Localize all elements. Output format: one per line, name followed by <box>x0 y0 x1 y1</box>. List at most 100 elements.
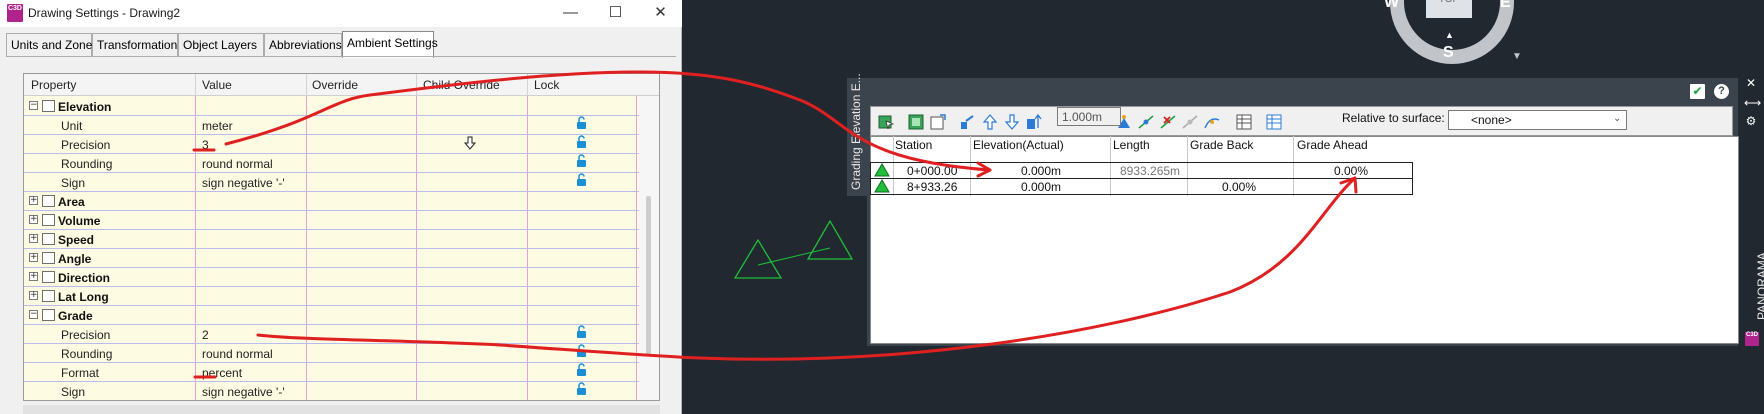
folder-icon <box>42 309 55 321</box>
unlock-icon[interactable] <box>576 363 587 377</box>
unlock-icon[interactable] <box>576 382 587 396</box>
expand-toggle[interactable]: + <box>29 196 38 205</box>
expand-toggle[interactable]: + <box>29 253 38 262</box>
col-separator[interactable] <box>527 74 528 96</box>
cell-grade-ahead[interactable]: 0.00% <box>1334 164 1368 178</box>
select-feature-icon[interactable] <box>878 114 894 130</box>
group-elevation[interactable]: Elevation <box>58 100 111 114</box>
group-area[interactable]: Area <box>58 195 85 209</box>
prop-value[interactable]: sign negative '-' <box>202 385 285 399</box>
lower-icon[interactable] <box>1004 114 1020 130</box>
group-direction[interactable]: Direction <box>58 271 110 285</box>
insert-elevation-point-icon[interactable] <box>1138 114 1154 130</box>
panorama-label[interactable]: PANORAMA <box>1755 252 1764 320</box>
group-speed[interactable]: Speed <box>58 233 94 247</box>
cell-elevation[interactable]: 0.000m <box>1021 180 1061 194</box>
col-separator[interactable] <box>306 74 307 96</box>
viewcube-menu-icon[interactable]: ▼ <box>1512 51 1522 62</box>
folder-icon <box>42 290 55 302</box>
expand-toggle[interactable]: + <box>29 234 38 243</box>
prop-name: Sign <box>61 385 86 399</box>
col-property[interactable]: Property <box>31 78 76 92</box>
expand-toggle[interactable]: + <box>29 215 38 224</box>
raise-incrementally-icon[interactable] <box>1026 114 1042 130</box>
expand-toggle[interactable]: + <box>29 291 38 300</box>
prop-value[interactable]: 3 <box>202 138 209 152</box>
maximize-button[interactable]: ☐ <box>593 0 638 27</box>
col-elevation-actual[interactable]: Elevation(Actual) <box>973 138 1064 152</box>
viewcube-top-face[interactable]: TOP <box>1426 0 1472 18</box>
col-override[interactable]: Override <box>312 78 358 92</box>
unlock-icon[interactable] <box>576 154 587 168</box>
prop-value[interactable]: 2 <box>202 328 209 342</box>
delete-elevation-point-icon[interactable] <box>1160 114 1176 130</box>
prop-value[interactable]: round normal <box>202 347 273 361</box>
prop-name: Rounding <box>61 347 113 361</box>
col-lock[interactable]: Lock <box>534 78 559 92</box>
tab-abbreviations[interactable]: Abbreviations <box>264 33 342 57</box>
tab-ambient-settings[interactable]: Ambient Settings <box>342 31 438 58</box>
unlock-icon[interactable] <box>576 325 587 339</box>
feature-line-triangles[interactable] <box>730 215 860 285</box>
cell-station[interactable]: 8+933.26 <box>907 180 957 194</box>
properties-icon[interactable]: ⚙ <box>1744 114 1758 128</box>
quick-profile-icon[interactable] <box>1204 114 1220 130</box>
group-grade[interactable]: Grade <box>58 309 93 323</box>
grid-line <box>24 324 639 325</box>
col-grade-back[interactable]: Grade Back <box>1190 138 1253 152</box>
close-button[interactable]: ✕ <box>638 0 683 27</box>
prop-value[interactable]: meter <box>202 119 233 133</box>
tab-transformation[interactable]: Transformation <box>92 33 178 57</box>
prop-value[interactable]: sign negative '-' <box>202 176 285 190</box>
scrollbar-thumb[interactable] <box>646 196 651 356</box>
autohide-icon[interactable]: ⟷ <box>1744 96 1761 110</box>
table-view-icon[interactable] <box>1236 114 1252 130</box>
zoom-to-feature-icon[interactable] <box>908 114 924 130</box>
group-angle[interactable]: Angle <box>58 252 91 266</box>
col-value[interactable]: Value <box>202 78 232 92</box>
prop-value[interactable]: round normal <box>202 157 273 171</box>
horizontal-scrollbar[interactable] <box>23 405 660 414</box>
group-volume[interactable]: Volume <box>58 214 100 228</box>
cell-station[interactable]: 0+000.00 <box>907 164 957 178</box>
elevation-editor-disabled-icon[interactable] <box>1182 114 1198 130</box>
elevation-point-icon <box>874 163 890 177</box>
help-icon[interactable]: ? <box>1714 84 1729 99</box>
compass-south[interactable]: S <box>1443 44 1454 62</box>
vertical-scrollbar[interactable] <box>639 96 659 400</box>
insert-pi-icon[interactable] <box>930 114 946 130</box>
relative-surface-select[interactable]: <none> <box>1448 110 1627 130</box>
raise-icon[interactable] <box>982 114 998 130</box>
col-separator[interactable] <box>416 74 417 96</box>
collapse-toggle[interactable]: − <box>29 101 38 110</box>
prop-value[interactable]: percent <box>202 366 242 380</box>
expand-toggle[interactable]: + <box>29 272 38 281</box>
unlock-icon[interactable] <box>576 344 587 358</box>
ambient-settings-grid: Property Value Override Child Override L… <box>23 73 660 401</box>
cell-elevation[interactable]: 0.000m <box>1021 164 1061 178</box>
tab-units-and-zone[interactable]: Units and Zone <box>6 33 92 57</box>
tab-object-layers[interactable]: Object Layers <box>178 33 264 57</box>
compass-west[interactable]: W <box>1384 0 1399 12</box>
apply-icon[interactable]: ✔ <box>1690 84 1705 99</box>
elevation-increment-input[interactable]: 1.000m <box>1057 107 1121 126</box>
chevron-down-icon[interactable]: ⌄ <box>1613 113 1621 124</box>
col-child-override[interactable]: Child Override <box>423 78 500 92</box>
flatten-grade-icon[interactable] <box>960 114 976 130</box>
relative-surface-label: Relative to surface: <box>1342 111 1445 125</box>
grid-settings-icon[interactable] <box>1266 114 1282 130</box>
compass-east[interactable]: E <box>1500 0 1511 12</box>
cell-grade-back[interactable]: 0.00% <box>1222 180 1256 194</box>
folder-icon <box>42 271 55 283</box>
minimize-button[interactable]: — <box>548 0 593 27</box>
close-icon[interactable]: ✕ <box>1744 76 1758 90</box>
col-separator[interactable] <box>195 74 196 96</box>
col-length[interactable]: Length <box>1113 138 1150 152</box>
unlock-icon[interactable] <box>576 116 587 130</box>
unlock-icon[interactable] <box>576 135 587 149</box>
col-grade-ahead[interactable]: Grade Ahead <box>1297 138 1368 152</box>
group-lat-long[interactable]: Lat Long <box>58 290 109 304</box>
collapse-toggle[interactable]: − <box>29 310 38 319</box>
unlock-icon[interactable] <box>576 173 587 187</box>
col-station[interactable]: Station <box>895 138 932 152</box>
